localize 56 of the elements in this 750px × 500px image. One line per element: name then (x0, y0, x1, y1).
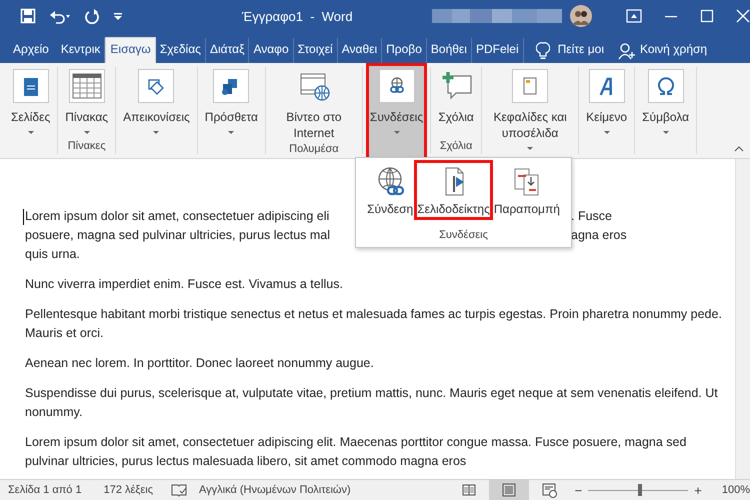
window-title: Έγγραφο1 - Word (242, 8, 354, 24)
ribbon-button[interactable]: Κεφαλίδες και υποσέλιδα (485, 67, 576, 154)
text-cursor (23, 209, 24, 225)
language-label[interactable]: Αγγλικά (Ηνωμένων Πολιτειών) (199, 484, 351, 496)
paragraph-text: Pellentesque habitant morbi tristique senectus et netus et malesuada fames ac turpis egestas. Proin pharetra nonummy pede. Mauris et orci. (25, 306, 723, 342)
paragraph-text: Aenean nec lorem. In porttitor. Donec laoreet nonummy augue. (25, 355, 375, 372)
group-label: Πίνακες (68, 139, 106, 154)
zoom-out-button[interactable]: − (574, 482, 582, 498)
group-label: Συνδέσεις (439, 229, 488, 241)
avatar[interactable] (570, 5, 592, 27)
paragraph-text: Nunc viverra imperdiet enim. Fusce est. Vivamus a tellus. (25, 276, 344, 293)
ribbon-button[interactable]: Σύμβολα (638, 67, 694, 154)
read-view-icon[interactable] (460, 482, 477, 498)
print-view-icon[interactable] (500, 482, 517, 498)
ribbon-tab[interactable]: Αρχείο (5, 38, 57, 63)
person-add-icon[interactable] (618, 42, 636, 60)
zoom-in-button[interactable]: + (694, 482, 702, 498)
ribbon-tab[interactable]: Εισαγω (105, 37, 156, 63)
comment-icon (440, 71, 472, 101)
save-icon[interactable] (20, 8, 36, 24)
ribbon-button[interactable]: Βίντεο στο Internet (268, 67, 359, 141)
ribbon-button[interactable]: Πρόσθετα (200, 67, 262, 154)
maximize-icon[interactable] (700, 9, 714, 23)
paragraph-text: quis urna. (25, 246, 81, 263)
collapse-icon[interactable] (734, 146, 744, 152)
share-button[interactable]: Κοινή χρήση (640, 38, 708, 63)
dropdown-item[interactable]: Παραπομπή (492, 161, 562, 219)
group-label: Σχόλια (440, 139, 472, 154)
word-count[interactable]: 172 λέξεις (104, 484, 153, 496)
ribbon-button[interactable]: Κείμενο (582, 67, 632, 154)
table-icon (70, 71, 103, 101)
video-icon (298, 71, 330, 101)
ribbon-button[interactable]: Σχόλια (434, 67, 478, 138)
tell-me-field[interactable]: Πείτε μοι (558, 38, 604, 63)
proofing-icon[interactable] (171, 483, 187, 497)
web-view-icon[interactable] (540, 482, 557, 498)
paragraph-text: Lorem ipsum dolor sit amet, consectetuer adipiscing eli (25, 208, 330, 225)
scrollbar[interactable] (735, 159, 750, 479)
group-label: Πολυμέσα (289, 142, 339, 157)
paragraph-text: . Fusce (571, 208, 613, 225)
ribbon-button[interactable]: Απεικονίσεις (119, 67, 194, 154)
paragraph-text: agna eros (571, 227, 628, 244)
page-count[interactable]: Σελίδα 1 από 1 (8, 484, 82, 496)
customize-icon[interactable] (113, 11, 123, 21)
ribbon-button[interactable]: Σελίδες (7, 67, 54, 154)
zoom-level[interactable]: 100% (722, 484, 750, 496)
paragraph-text: posuere, magna sed pulvinar ultricies, purus lectus mal (25, 227, 332, 244)
paragraph-text: Lorem ipsum dolor sit amet, consectetuer adipiscing elit. Maecenas porttitor congue massa. Fusce posuere, magna sed pulvinar ultricies, purus lectus malesuada libero, sit amet commodo magna eros (25, 434, 688, 470)
redo-icon[interactable] (84, 8, 100, 24)
close-icon[interactable] (736, 9, 750, 23)
slider-thumb[interactable] (638, 484, 642, 496)
lightbulb-icon[interactable] (536, 42, 550, 60)
ribbon-button[interactable]: Πίνακας (61, 67, 112, 138)
ribbon-display-icon[interactable] (626, 9, 642, 23)
paragraph-text: Suspendisse dui purus, scelerisque at, vulputate vitae, pretium mattis, nunc. Mauris eget neque at sem venenatis eleifend. Ut nonummy. (25, 385, 719, 421)
undo-icon[interactable] (49, 8, 71, 24)
